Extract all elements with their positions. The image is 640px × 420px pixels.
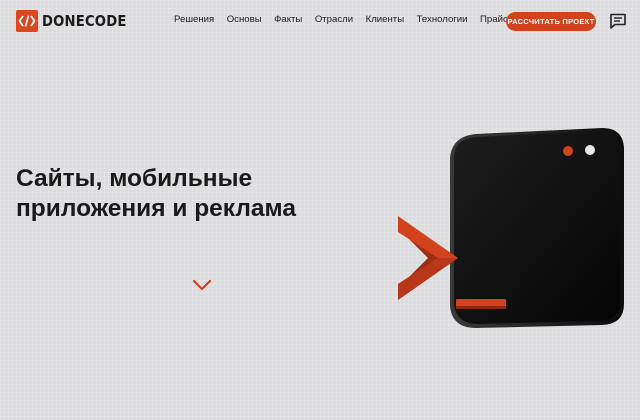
- white-dot-icon: [585, 145, 595, 155]
- hero-title-line-2: приложения и реклама: [16, 195, 296, 222]
- site-header: DONECODE Решения Основы Факты Отрасли Кл…: [0, 0, 640, 42]
- red-dot-icon: [563, 146, 573, 156]
- nav-item-industries[interactable]: Отрасли: [315, 14, 353, 25]
- nav-item-clients[interactable]: Клиенты: [366, 14, 404, 25]
- nav-item-technologies[interactable]: Технологии: [417, 14, 468, 25]
- terminal-illustration: [380, 118, 640, 338]
- chevron-down-icon[interactable]: [191, 278, 213, 292]
- code-brackets-icon: [16, 10, 38, 32]
- logo[interactable]: DONECODE: [16, 10, 138, 32]
- chat-icon[interactable]: [609, 13, 627, 29]
- nav-item-solutions[interactable]: Решения: [174, 14, 214, 25]
- nav-item-price[interactable]: Прайс: [480, 14, 508, 25]
- logo-text: DONECODE: [42, 12, 127, 30]
- hero-title-line-1: Сайты, мобильные: [16, 165, 253, 192]
- main-nav: Решения Основы Факты Отрасли Клиенты Тех…: [174, 14, 520, 25]
- nav-item-basics[interactable]: Основы: [227, 14, 262, 25]
- hero-title: Сайты, мобильные приложения и реклама: [16, 164, 346, 224]
- calculate-project-button[interactable]: РАССЧИТАТЬ ПРОЕКТ: [506, 12, 596, 31]
- nav-item-facts[interactable]: Факты: [274, 14, 302, 25]
